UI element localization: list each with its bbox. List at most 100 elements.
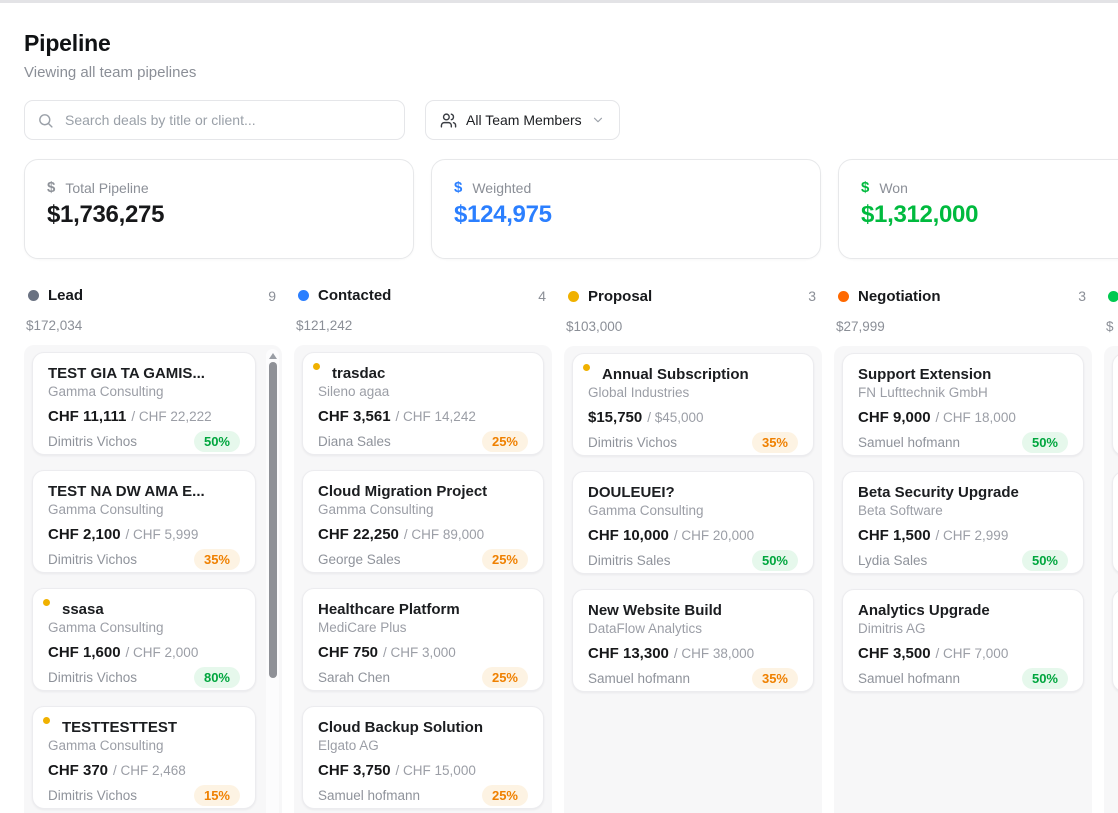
stage-dot-icon xyxy=(1108,291,1118,302)
deal-client: FN Lufttechnik GmbH xyxy=(858,385,1068,400)
deal-client: Global Industries xyxy=(588,385,798,400)
deal-weighted-amount: CHF 3,561 xyxy=(318,408,391,425)
deal-card[interactable]: New Website Build DataFlow Analytics CHF… xyxy=(572,589,814,692)
stage-total: $27,999 xyxy=(834,319,1092,335)
stage-name: Contacted xyxy=(318,287,391,304)
deal-owner: Sarah Chen xyxy=(318,670,390,685)
column-scrollbar[interactable] xyxy=(266,349,279,813)
column-header: Negotiation 3 xyxy=(834,286,1092,306)
stage-dot-icon xyxy=(568,291,579,302)
deal-total-amount: / CHF 2,000 xyxy=(126,645,199,660)
deal-probability-badge: 50% xyxy=(1022,432,1068,453)
deal-owner: Samuel hofmann xyxy=(588,671,690,686)
deal-weighted-amount: CHF 2,100 xyxy=(48,526,121,543)
deal-probability-badge: 35% xyxy=(194,549,240,570)
deal-client: Gamma Consulting xyxy=(48,738,240,753)
deal-weighted-amount: CHF 1,500 xyxy=(858,527,931,544)
deal-weighted-amount: CHF 10,000 xyxy=(588,527,669,544)
deal-card[interactable]: Cloud Migration Project Gamma Consulting… xyxy=(302,470,544,573)
deal-title: TEST NA DW AMA E... xyxy=(48,483,240,500)
deal-total-amount: / CHF 3,000 xyxy=(383,645,456,660)
deal-probability-badge: 35% xyxy=(752,432,798,453)
pipeline-board: Lead 9 $172,034 TEST GIA TA GAMIS... Gam… xyxy=(24,286,1118,813)
stage-count: 9 xyxy=(268,288,276,304)
deal-card[interactable]: TEST NA DW AMA E... Gamma Consulting CHF… xyxy=(32,470,256,573)
dollar-icon: $ xyxy=(47,179,55,196)
deal-client: Sileno agaa xyxy=(318,384,528,399)
deal-title: New Website Build xyxy=(588,602,798,619)
deal-card[interactable]: Support Extension FN Lufttechnik GmbH CH… xyxy=(842,353,1084,456)
stage-card-list xyxy=(1104,346,1118,813)
stage-card-list: Support Extension FN Lufttechnik GmbH CH… xyxy=(834,346,1092,813)
deal-probability-badge: 25% xyxy=(482,549,528,570)
column-proposal: Proposal 3 $103,000 Annual Subscription … xyxy=(564,286,822,813)
deal-weighted-amount: CHF 22,250 xyxy=(318,526,399,543)
summary-value: $124,975 xyxy=(454,201,798,229)
deal-weighted-amount: CHF 370 xyxy=(48,762,108,779)
deal-total-amount: / CHF 2,999 xyxy=(936,528,1009,543)
deal-card[interactable]: Cloud Backup Solution Elgato AG CHF 3,75… xyxy=(302,706,544,809)
deal-owner: Dimitris Vichos xyxy=(48,552,137,567)
deal-card[interactable]: Annual Subscription Global Industries $1… xyxy=(572,353,814,456)
summary-value: $1,312,000 xyxy=(861,201,1118,229)
deal-title: Cloud Backup Solution xyxy=(318,719,528,736)
deal-probability-badge: 50% xyxy=(194,431,240,452)
deal-card[interactable]: Beta Security Upgrade Beta Software CHF … xyxy=(842,471,1084,574)
deal-title: Analytics Upgrade xyxy=(858,602,1068,619)
scroll-up-arrow-icon[interactable] xyxy=(269,353,277,359)
deal-title: TESTTESTTEST xyxy=(48,719,240,736)
deal-client: MediCare Plus xyxy=(318,620,528,635)
deal-card[interactable]: ssasa Gamma Consulting CHF 1,600 / CHF 2… xyxy=(32,588,256,691)
summary-label: Won xyxy=(879,180,908,196)
deal-total-amount: / CHF 18,000 xyxy=(936,410,1016,425)
deal-total-amount: / CHF 15,000 xyxy=(396,763,476,778)
deal-card xyxy=(1112,471,1118,574)
stage-name: Proposal xyxy=(588,288,652,305)
deal-card[interactable]: Healthcare Platform MediCare Plus CHF 75… xyxy=(302,588,544,691)
deal-total-amount: / $45,000 xyxy=(647,410,703,425)
deal-owner: Dimitris Sales xyxy=(588,553,671,568)
deal-total-amount: / CHF 14,242 xyxy=(396,409,476,424)
scrollbar-thumb[interactable] xyxy=(269,362,277,678)
pipeline-page: Pipeline Viewing all team pipelines All … xyxy=(0,30,1118,813)
deal-total-amount: / CHF 5,999 xyxy=(126,527,199,542)
deal-card[interactable]: TESTTESTTEST Gamma Consulting CHF 370 / … xyxy=(32,706,256,809)
stage-count: 4 xyxy=(538,288,546,304)
deal-weighted-amount: CHF 11,111 xyxy=(48,408,126,425)
deal-probability-badge: 25% xyxy=(482,667,528,688)
deal-client: Elgato AG xyxy=(318,738,528,753)
deal-total-amount: / CHF 20,000 xyxy=(674,528,754,543)
deal-owner: Diana Sales xyxy=(318,434,391,449)
stage-dot-icon xyxy=(298,290,309,301)
deal-flag-dot-icon xyxy=(43,599,50,606)
deal-title: Cloud Migration Project xyxy=(318,483,528,500)
deal-client: Gamma Consulting xyxy=(48,384,240,399)
deal-card[interactable]: DOULEUEI? Gamma Consulting CHF 10,000 / … xyxy=(572,471,814,574)
top-divider xyxy=(0,0,1118,3)
deal-card[interactable]: TEST GIA TA GAMIS... Gamma Consulting CH… xyxy=(32,352,256,455)
deal-flag-dot-icon xyxy=(583,364,590,371)
deal-title: Support Extension xyxy=(858,366,1068,383)
deal-title: trasdac xyxy=(318,365,528,382)
deal-weighted-amount: CHF 3,500 xyxy=(858,645,931,662)
stage-name: Lead xyxy=(48,287,83,304)
summary-row: $ Total Pipeline $1,736,275 $ Weighted $… xyxy=(24,159,1118,259)
search-box[interactable] xyxy=(24,100,405,140)
team-filter-button[interactable]: All Team Members xyxy=(425,100,620,140)
deal-owner: Samuel hofmann xyxy=(858,671,960,686)
deal-weighted-amount: CHF 13,300 xyxy=(588,645,669,662)
deal-card[interactable]: Analytics Upgrade Dimitris AG CHF 3,500 … xyxy=(842,589,1084,692)
stage-card-list: TEST GIA TA GAMIS... Gamma Consulting CH… xyxy=(24,345,282,813)
deal-owner: Dimitris Vichos xyxy=(588,435,677,450)
deal-title: ssasa xyxy=(48,601,240,618)
deal-owner: Lydia Sales xyxy=(858,553,927,568)
deal-owner: Dimitris Vichos xyxy=(48,788,137,803)
column-lead: Lead 9 $172,034 TEST GIA TA GAMIS... Gam… xyxy=(24,286,282,813)
stage-total: $121,242 xyxy=(294,318,552,334)
dollar-icon: $ xyxy=(861,179,869,196)
search-input[interactable] xyxy=(63,111,392,129)
deal-client: Gamma Consulting xyxy=(588,503,798,518)
deal-weighted-amount: CHF 750 xyxy=(318,644,378,661)
deal-card[interactable]: trasdac Sileno agaa CHF 3,561 / CHF 14,2… xyxy=(302,352,544,455)
deal-client: DataFlow Analytics xyxy=(588,621,798,636)
